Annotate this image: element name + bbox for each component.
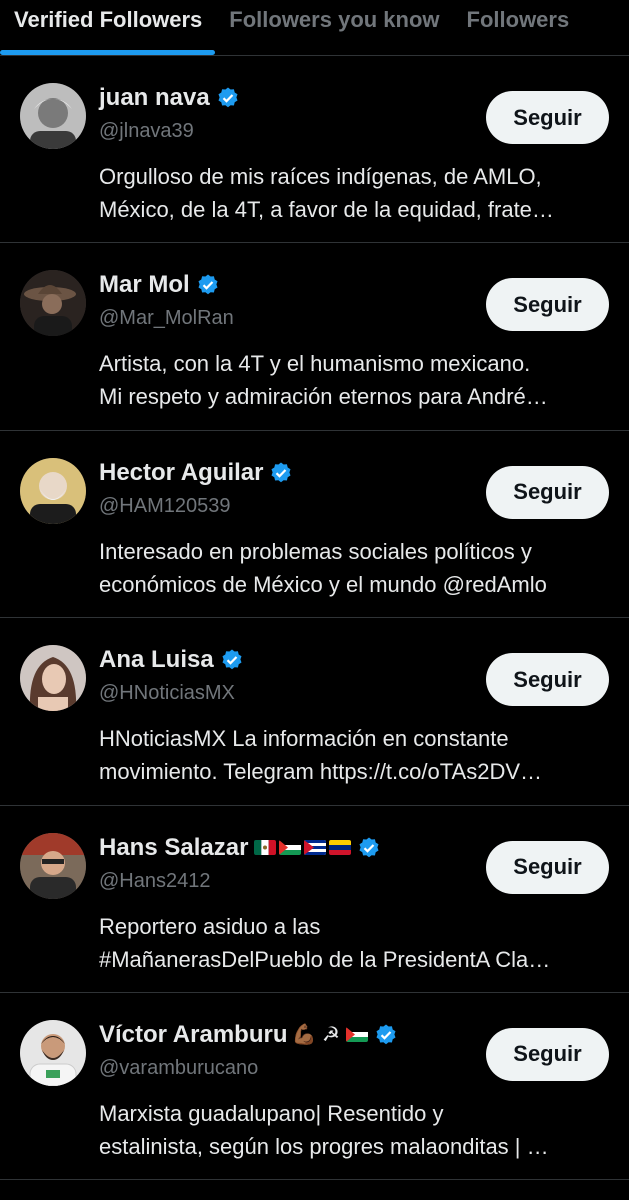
avatar[interactable] — [20, 83, 86, 149]
bio-line: Marxista guadalupano| Resentido y — [99, 1100, 444, 1126]
bio-line: estalinista, según los progres malaondit… — [99, 1133, 549, 1159]
avatar[interactable] — [20, 457, 86, 524]
tab-followers-you-know[interactable]: Followers you know — [229, 0, 440, 55]
tab-verified-followers[interactable]: Verified Followers — [0, 0, 216, 55]
verified-badge-icon — [357, 836, 381, 860]
list-item[interactable]: Víctor Aramburu 💪🏾 ☭ @varamburucano Marx… — [0, 993, 629, 1181]
palestine-flag-icon — [279, 840, 302, 856]
verified-badge-icon — [220, 648, 244, 672]
user-bio: Marxista guadalupano| Resentido y estali… — [99, 1097, 609, 1163]
verified-badge-icon — [374, 1023, 398, 1047]
palestine-flag-icon — [345, 1027, 368, 1043]
user-name[interactable]: Ana Luisa — [99, 646, 214, 674]
list-item[interactable]: Ana Luisa @HNoticiasMX HNoticiasMX La in… — [0, 618, 629, 806]
user-handle: @Mar_MolRan — [99, 307, 234, 330]
follow-button[interactable]: Seguir — [486, 1027, 609, 1081]
avatar[interactable] — [20, 832, 86, 899]
user-handle: @HAM120539 — [99, 494, 231, 517]
user-name[interactable]: Hans Salazar — [99, 834, 248, 862]
list-item[interactable]: juan nava @jlnava39 Orgulloso de mis raí… — [0, 56, 629, 244]
follow-button[interactable]: Seguir — [486, 91, 609, 144]
follow-button[interactable]: Seguir — [486, 465, 609, 519]
bio-line: México, de la 4T, a favor de la equidad,… — [99, 197, 554, 222]
list-item[interactable]: Mar Mol @Mar_MolRan Artista, con la 4T y… — [0, 243, 629, 431]
bio-line: Orgulloso de mis raíces indígenas, de AM… — [99, 164, 542, 189]
bio-line: Artista, con la 4T y el humanismo mexica… — [99, 351, 531, 377]
follow-button[interactable]: Seguir — [486, 840, 609, 894]
verified-badge-icon — [216, 86, 240, 110]
flag-group — [254, 840, 352, 856]
user-name[interactable]: juan nava — [99, 84, 210, 112]
emoji-text: 💪🏾 ☭ — [291, 1024, 340, 1047]
flag-group — [345, 1027, 368, 1043]
user-bio: Reportero asiduo a las #MañanerasDelPueb… — [99, 910, 609, 976]
user-name[interactable]: Mar Mol — [99, 271, 190, 299]
user-handle: @HNoticiasMX — [99, 682, 235, 705]
avatar[interactable] — [20, 1019, 86, 1086]
cuba-flag-icon — [304, 840, 327, 856]
tab-label: Verified Followers — [14, 7, 203, 32]
avatar[interactable] — [20, 270, 86, 337]
bio-line: económicos de México y el mundo @redAmlo — [99, 571, 547, 597]
verified-badge-icon — [196, 273, 220, 297]
tab-followers[interactable]: Followers — [466, 0, 570, 55]
follower-tabs: Verified Followers Followers you know Fo… — [0, 0, 629, 56]
mexico-flag-icon — [254, 840, 277, 856]
list-item[interactable]: Hans Salazar @Hans2412 Reportero asiduo … — [0, 806, 629, 993]
active-tab-indicator — [0, 50, 216, 55]
user-name[interactable]: Hector Aguilar — [99, 459, 263, 487]
verified-badge-icon — [269, 461, 293, 485]
tab-label: Followers — [466, 7, 570, 32]
user-name[interactable]: Víctor Aramburu — [99, 1021, 287, 1049]
bio-line: HNoticiasMX La información en constante — [99, 726, 509, 752]
user-bio: HNoticiasMX La información en constante … — [99, 722, 609, 788]
user-bio: Orgulloso de mis raíces indígenas, de AM… — [99, 160, 609, 226]
avatar[interactable] — [20, 645, 86, 712]
bio-line: Mi respeto y admiración eternos para And… — [99, 384, 548, 410]
user-bio: Artista, con la 4T y el humanismo mexica… — [99, 347, 609, 413]
bio-line: Interesado en problemas sociales polític… — [99, 538, 532, 564]
venezuela-flag-icon — [329, 840, 352, 856]
user-handle: @Hans2412 — [99, 869, 211, 892]
user-handle: @varamburucano — [99, 1056, 259, 1079]
follower-list: juan nava @jlnava39 Orgulloso de mis raí… — [0, 56, 629, 1181]
list-item[interactable]: Hector Aguilar @HAM120539 Interesado en … — [0, 431, 629, 619]
user-bio: Interesado en problemas sociales polític… — [99, 535, 609, 601]
tab-label: Followers you know — [229, 7, 440, 32]
follow-button[interactable]: Seguir — [486, 278, 609, 332]
bio-line: #MañanerasDelPueblo de la PresidentA Cla… — [99, 946, 551, 972]
bio-line: movimiento. Telegram https://t.co/oTAs2D… — [99, 759, 543, 785]
follow-button[interactable]: Seguir — [486, 653, 609, 707]
user-handle: @jlnava39 — [99, 120, 194, 142]
bio-line: Reportero asiduo a las — [99, 913, 321, 939]
